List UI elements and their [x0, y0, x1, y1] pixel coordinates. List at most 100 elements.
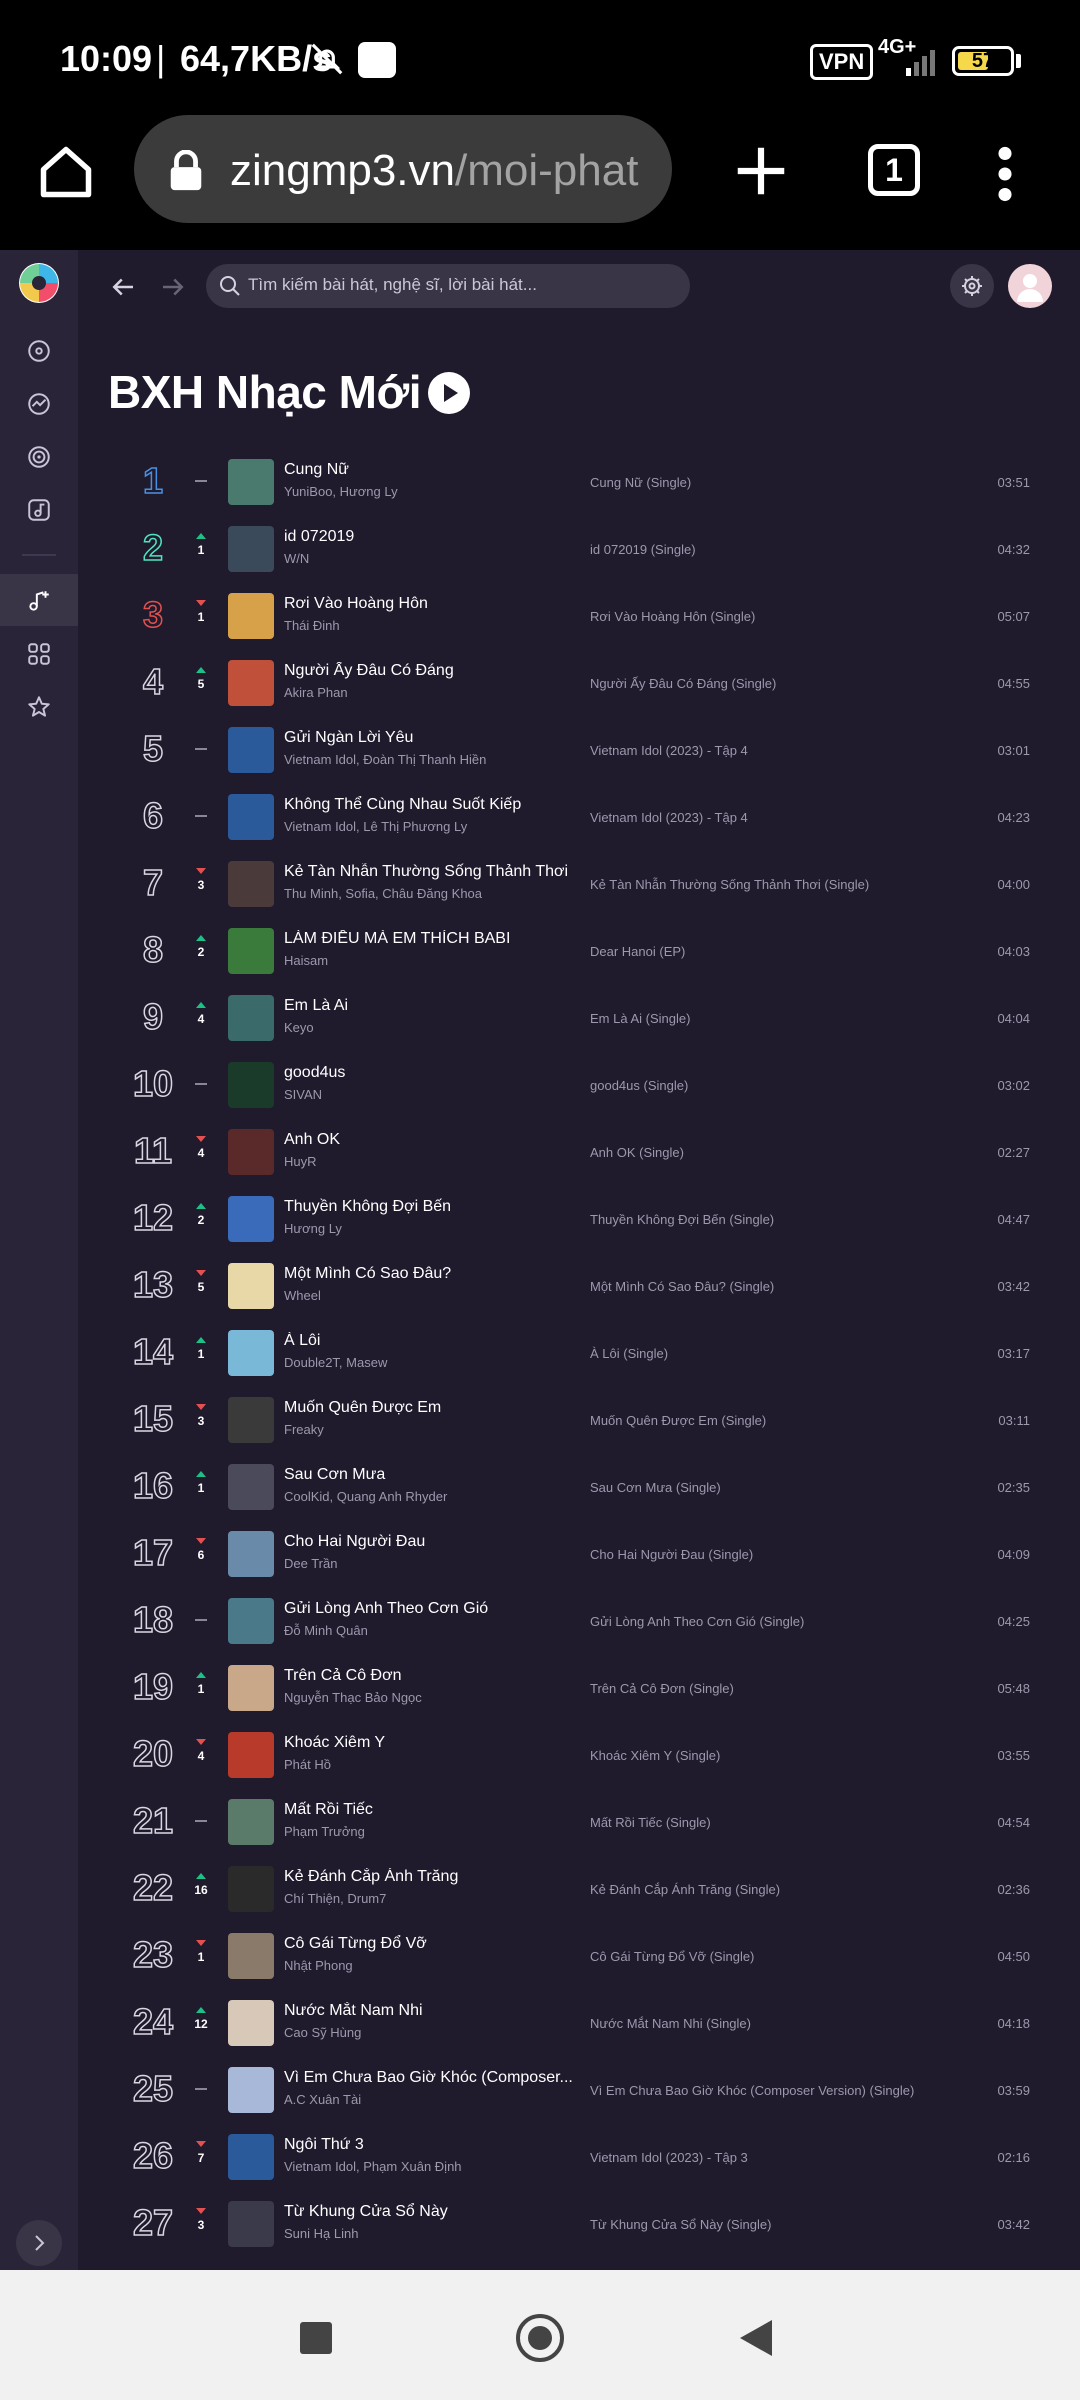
sidebar-item-genres[interactable] [0, 627, 78, 679]
song-thumbnail[interactable] [228, 526, 274, 572]
song-thumbnail[interactable] [228, 2067, 274, 2113]
song-title[interactable]: Anh OK [284, 1131, 574, 1149]
sidebar-item-explore[interactable] [0, 377, 78, 429]
song-artist[interactable]: Double2T, Masew [284, 1355, 574, 1370]
song-row[interactable]: 24 12 Nước Mắt Nam Nhi Cao Sỹ Hùng Nước … [78, 1991, 1080, 2058]
song-thumbnail[interactable] [228, 593, 274, 639]
song-album[interactable]: Kẻ Tàn Nhẫn Thường Sống Thảnh Thơi (Sing… [590, 877, 950, 892]
song-row[interactable]: 1 Cung Nữ YuniBoo, Hương Ly Cung Nữ (Sin… [78, 450, 1080, 517]
song-album[interactable]: Vietnam Idol (2023) - Tập 4 [590, 743, 950, 758]
song-artist[interactable]: Đỗ Minh Quân [284, 1623, 574, 1638]
song-title[interactable]: Cô Gái Từng Đổ Vỡ [284, 1935, 574, 1953]
song-title[interactable]: LÀM ĐIỀU MÀ EM THÍCH BABI [284, 930, 574, 948]
song-title[interactable]: Gửi Lòng Anh Theo Cơn Gió [284, 1600, 574, 1618]
song-title[interactable]: À Lôi [284, 1332, 574, 1350]
song-album[interactable]: id 072019 (Single) [590, 542, 950, 557]
sidebar-item-radio[interactable] [0, 430, 78, 482]
song-row[interactable]: 19 1 Trên Cả Cô Đơn Nguyễn Thạc Bảo Ngọc… [78, 1656, 1080, 1723]
song-album[interactable]: Em Là Ai (Single) [590, 1011, 950, 1026]
song-title[interactable]: Sau Cơn Mưa [284, 1466, 574, 1484]
song-album[interactable]: Khoác Xiêm Y (Single) [590, 1748, 950, 1763]
song-title[interactable]: Gửi Ngàn Lời Yêu [284, 729, 574, 747]
home-button[interactable] [516, 2314, 564, 2362]
song-artist[interactable]: Vietnam Idol, Phạm Xuân Định [284, 2159, 574, 2174]
song-thumbnail[interactable] [228, 459, 274, 505]
zing-logo-icon[interactable] [18, 262, 60, 304]
song-thumbnail[interactable] [228, 1330, 274, 1376]
song-title[interactable]: Rơi Vào Hoàng Hôn [284, 595, 574, 613]
song-album[interactable]: Cung Nữ (Single) [590, 475, 950, 490]
tab-switcher-button[interactable]: 1 [868, 144, 920, 196]
song-row[interactable]: 17 6 Cho Hai Người Đau Dee Trần Cho Hai … [78, 1522, 1080, 1589]
song-thumbnail[interactable] [228, 928, 274, 974]
song-row[interactable]: 6 Không Thể Cùng Nhau Suốt Kiếp Vietnam … [78, 785, 1080, 852]
song-title[interactable]: Cho Hai Người Đau [284, 1533, 574, 1551]
song-artist[interactable]: A.C Xuân Tài [284, 2092, 574, 2107]
home-icon[interactable] [36, 142, 96, 202]
song-row[interactable]: 2 1 id 072019 W/N id 072019 (Single) 04:… [78, 517, 1080, 584]
song-row[interactable]: 27 3 Từ Khung Cửa Sổ Này Suni Hạ Linh Từ… [78, 2192, 1080, 2259]
song-album[interactable]: Trên Cả Cô Đơn (Single) [590, 1681, 950, 1696]
settings-button[interactable] [950, 264, 994, 308]
song-thumbnail[interactable] [228, 1062, 274, 1108]
song-title[interactable]: Một Mình Có Sao Đâu? [284, 1265, 574, 1283]
play-all-button[interactable] [428, 372, 470, 414]
song-artist[interactable]: Keyo [284, 1020, 574, 1035]
back-button[interactable] [740, 2320, 772, 2356]
song-album[interactable]: good4us (Single) [590, 1078, 950, 1093]
song-album[interactable]: Một Mình Có Sao Đâu? (Single) [590, 1279, 950, 1294]
song-album[interactable]: Vietnam Idol (2023) - Tập 4 [590, 810, 950, 825]
song-row[interactable]: 10 good4us SIVAN good4us (Single) 03:02 [78, 1053, 1080, 1120]
song-thumbnail[interactable] [228, 1263, 274, 1309]
song-artist[interactable]: Nguyễn Thạc Bảo Ngọc [284, 1690, 574, 1705]
song-artist[interactable]: CoolKid, Quang Anh Rhyder [284, 1489, 574, 1504]
back-arrow-icon[interactable] [108, 272, 138, 302]
song-title[interactable]: good4us [284, 1064, 574, 1082]
song-artist[interactable]: W/N [284, 551, 574, 566]
user-avatar[interactable] [1008, 264, 1052, 308]
song-row[interactable]: 13 5 Một Mình Có Sao Đâu? Wheel Một Mình… [78, 1254, 1080, 1321]
song-row[interactable]: 23 1 Cô Gái Từng Đổ Vỡ Nhật Phong Cô Gái… [78, 1924, 1080, 1991]
song-album[interactable]: À Lôi (Single) [590, 1346, 950, 1361]
song-artist[interactable]: Akira Phan [284, 685, 574, 700]
song-thumbnail[interactable] [228, 660, 274, 706]
song-album[interactable]: Cho Hai Người Đau (Single) [590, 1547, 950, 1562]
song-thumbnail[interactable] [228, 995, 274, 1041]
song-thumbnail[interactable] [228, 1129, 274, 1175]
song-artist[interactable]: Wheel [284, 1288, 574, 1303]
song-thumbnail[interactable] [228, 1933, 274, 1979]
song-thumbnail[interactable] [228, 1464, 274, 1510]
sidebar-item-new-releases[interactable] [0, 574, 78, 626]
new-tab-icon[interactable] [730, 140, 792, 202]
more-menu-icon[interactable] [990, 146, 1020, 202]
song-title[interactable]: Ngôi Thứ 3 [284, 2136, 574, 2154]
song-album[interactable]: Mất Rồi Tiếc (Single) [590, 1815, 950, 1830]
song-row[interactable]: 3 1 Rơi Vào Hoàng Hôn Thái Đinh Rơi Vào … [78, 584, 1080, 651]
forward-arrow-icon[interactable] [158, 272, 188, 302]
song-title[interactable]: Cung Nữ [284, 461, 574, 479]
song-title[interactable]: Thuyền Không Đợi Bến [284, 1198, 574, 1216]
song-thumbnail[interactable] [228, 794, 274, 840]
song-row[interactable]: 21 Mất Rồi Tiếc Phạm Trưởng Mất Rồi Tiếc… [78, 1790, 1080, 1857]
song-title[interactable]: Không Thể Cùng Nhau Suốt Kiếp [284, 796, 574, 814]
sidebar-expand-button[interactable] [16, 2220, 62, 2266]
song-artist[interactable]: Thái Đinh [284, 618, 574, 633]
song-row[interactable]: 18 Gửi Lòng Anh Theo Cơn Gió Đỗ Minh Quâ… [78, 1589, 1080, 1656]
sidebar-item-following[interactable] [0, 483, 78, 535]
song-thumbnail[interactable] [228, 1598, 274, 1644]
song-row[interactable]: 9 4 Em Là Ai Keyo Em Là Ai (Single) 04:0… [78, 986, 1080, 1053]
song-title[interactable]: Trên Cả Cô Đơn [284, 1667, 574, 1685]
song-title[interactable]: Vì Em Chưa Bao Giờ Khóc (Composer... [284, 2069, 574, 2087]
song-album[interactable]: Thuyền Không Đợi Bến (Single) [590, 1212, 950, 1227]
song-thumbnail[interactable] [228, 2201, 274, 2247]
song-thumbnail[interactable] [228, 1732, 274, 1778]
song-thumbnail[interactable] [228, 1799, 274, 1845]
song-album[interactable]: Gửi Lòng Anh Theo Cơn Gió (Single) [590, 1614, 950, 1629]
song-artist[interactable]: Nhật Phong [284, 1958, 574, 1973]
song-artist[interactable]: Thu Minh, Sofia, Châu Đăng Khoa [284, 886, 574, 901]
song-row[interactable]: 8 2 LÀM ĐIỀU MÀ EM THÍCH BABI Haisam Dea… [78, 919, 1080, 986]
song-album[interactable]: Anh OK (Single) [590, 1145, 950, 1160]
song-thumbnail[interactable] [228, 861, 274, 907]
song-album[interactable]: Rơi Vào Hoàng Hôn (Single) [590, 609, 950, 624]
song-artist[interactable]: Phạm Trưởng [284, 1824, 574, 1839]
